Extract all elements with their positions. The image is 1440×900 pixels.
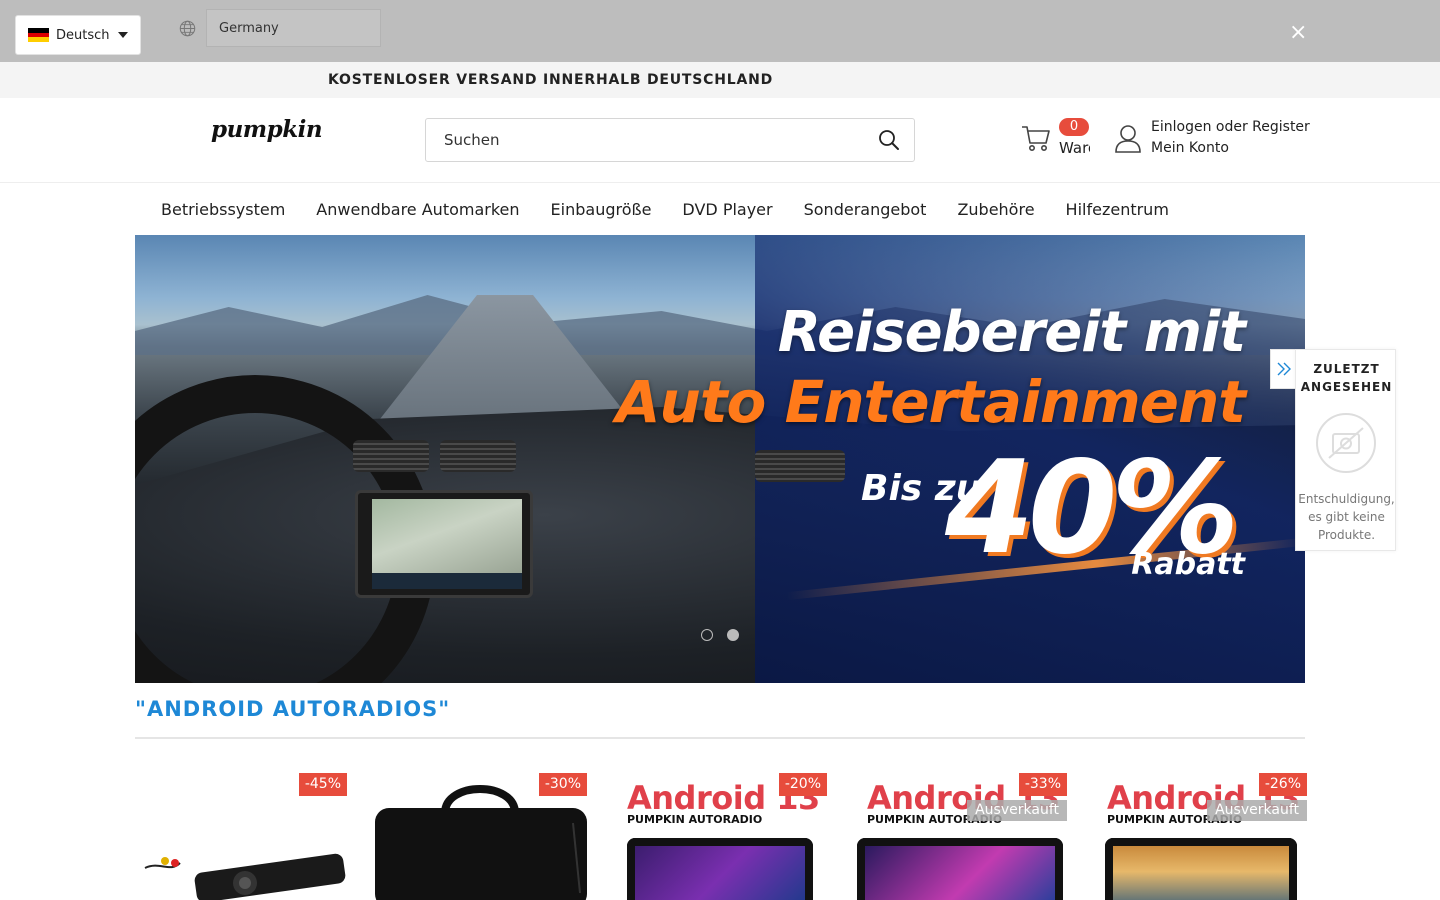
nav-item-betriebssystem[interactable]: Betriebssystem <box>161 200 285 220</box>
country-select[interactable]: Germany <box>206 9 381 47</box>
section-divider <box>135 737 1305 739</box>
air-vent <box>755 450 845 482</box>
announcement-bar: KOSTENLOSER VERSAND INNERHALB DEUTSCHLAN… <box>0 62 1440 98</box>
hero-banner[interactable]: Reisebereit mit Auto Entertainment Bis z… <box>135 235 1305 683</box>
discount-badge: -45% <box>298 773 347 796</box>
discount-badge: -26% <box>1258 773 1307 796</box>
recently-viewed-empty-text: Entschuldigung, es gibt keine Produkte. <box>1298 492 1395 542</box>
radio-product-image <box>627 838 813 900</box>
product-card[interactable]: -45% <box>135 773 347 900</box>
hero-title-line1: Reisebereit mit <box>777 300 1246 365</box>
radio-product-image <box>857 838 1063 900</box>
cart-icon[interactable] <box>1020 122 1052 154</box>
discount-badge: -30% <box>538 773 587 796</box>
site-header: pumpkin Suchen 0 Warenkorb Einlogen oder… <box>0 98 1440 183</box>
section-title: "ANDROID AUTORADIOS" <box>135 697 451 721</box>
geo-bar: Deutsch Germany × <box>0 0 1440 62</box>
announcement-text: KOSTENLOSER VERSAND INNERHALB DEUTSCHLAN… <box>328 72 774 88</box>
nav-item-hilfezentrum[interactable]: Hilfezentrum <box>1066 200 1169 220</box>
close-icon[interactable]: × <box>1289 22 1307 44</box>
air-vent <box>440 440 516 472</box>
air-vent <box>353 440 429 472</box>
radio-screen <box>372 499 522 589</box>
search-placeholder: Suchen <box>444 131 500 149</box>
recently-viewed-panel: ZULETZT ANGESEHEN Entschuldigung, es gib… <box>1295 349 1396 551</box>
product-card[interactable]: Android 13 PUMPKIN AUTORADIO -26% Ausver… <box>1095 773 1307 900</box>
recently-viewed-toggle[interactable] <box>1270 349 1296 389</box>
discount-badge: -33% <box>1018 773 1067 796</box>
globe-icon <box>179 20 196 37</box>
product-card[interactable]: Android 13 PUMPKIN AUTORADIO -33% Ausver… <box>855 773 1067 900</box>
nav-item-zubehoere[interactable]: Zubehöre <box>957 200 1034 220</box>
my-account-link[interactable]: Mein Konto <box>1151 140 1229 156</box>
hero-title-line2: Auto Entertainment <box>615 368 1246 436</box>
double-chevron-right-icon <box>1277 362 1291 376</box>
site-logo[interactable]: pumpkin <box>211 116 323 143</box>
recently-viewed-title: ZULETZT ANGESEHEN <box>1300 362 1393 394</box>
language-selector[interactable]: Deutsch <box>15 15 141 55</box>
nav-item-dvd-player[interactable]: DVD Player <box>682 200 772 220</box>
slider-dots <box>701 629 753 641</box>
search-input[interactable]: Suchen <box>425 118 915 162</box>
android-brand-sub: PUMPKIN AUTORADIO <box>627 813 763 826</box>
search-icon[interactable] <box>878 129 900 151</box>
no-image-icon <box>1316 413 1376 473</box>
slider-dot-1[interactable] <box>701 629 713 641</box>
nav-item-sonderangebot[interactable]: Sonderangebot <box>804 200 927 220</box>
login-register-link[interactable]: Einlogen oder Register <box>1151 119 1310 135</box>
discount-badge: -20% <box>778 773 827 796</box>
language-label: Deutsch <box>56 27 110 43</box>
sold-out-label: Ausverkauft <box>1207 800 1307 821</box>
user-icon[interactable] <box>1114 124 1142 154</box>
product-card[interactable]: -30% <box>375 773 587 900</box>
radio-nav-bar <box>372 573 522 589</box>
cart-label[interactable]: Warenkorb <box>1059 139 1090 157</box>
product-card[interactable]: Android 13 PUMPKIN AUTORADIO -20% <box>615 773 827 900</box>
nav-item-einbaugroesse[interactable]: Einbaugröße <box>551 200 652 220</box>
sold-out-label: Ausverkauft <box>967 800 1067 821</box>
cart-count-badge: 0 <box>1059 118 1089 136</box>
chevron-down-icon <box>118 32 128 38</box>
car-radio-device <box>355 490 533 598</box>
hero-discount-word: Rabatt <box>1131 547 1245 582</box>
slider-dot-2[interactable] <box>727 629 739 641</box>
radio-product-image <box>1105 838 1297 900</box>
main-nav: Betriebssystem Anwendbare Automarken Ein… <box>161 200 1200 220</box>
nav-item-automarken[interactable]: Anwendbare Automarken <box>316 200 519 220</box>
germany-flag-icon <box>28 28 49 43</box>
rear-camera-image <box>144 853 346 900</box>
